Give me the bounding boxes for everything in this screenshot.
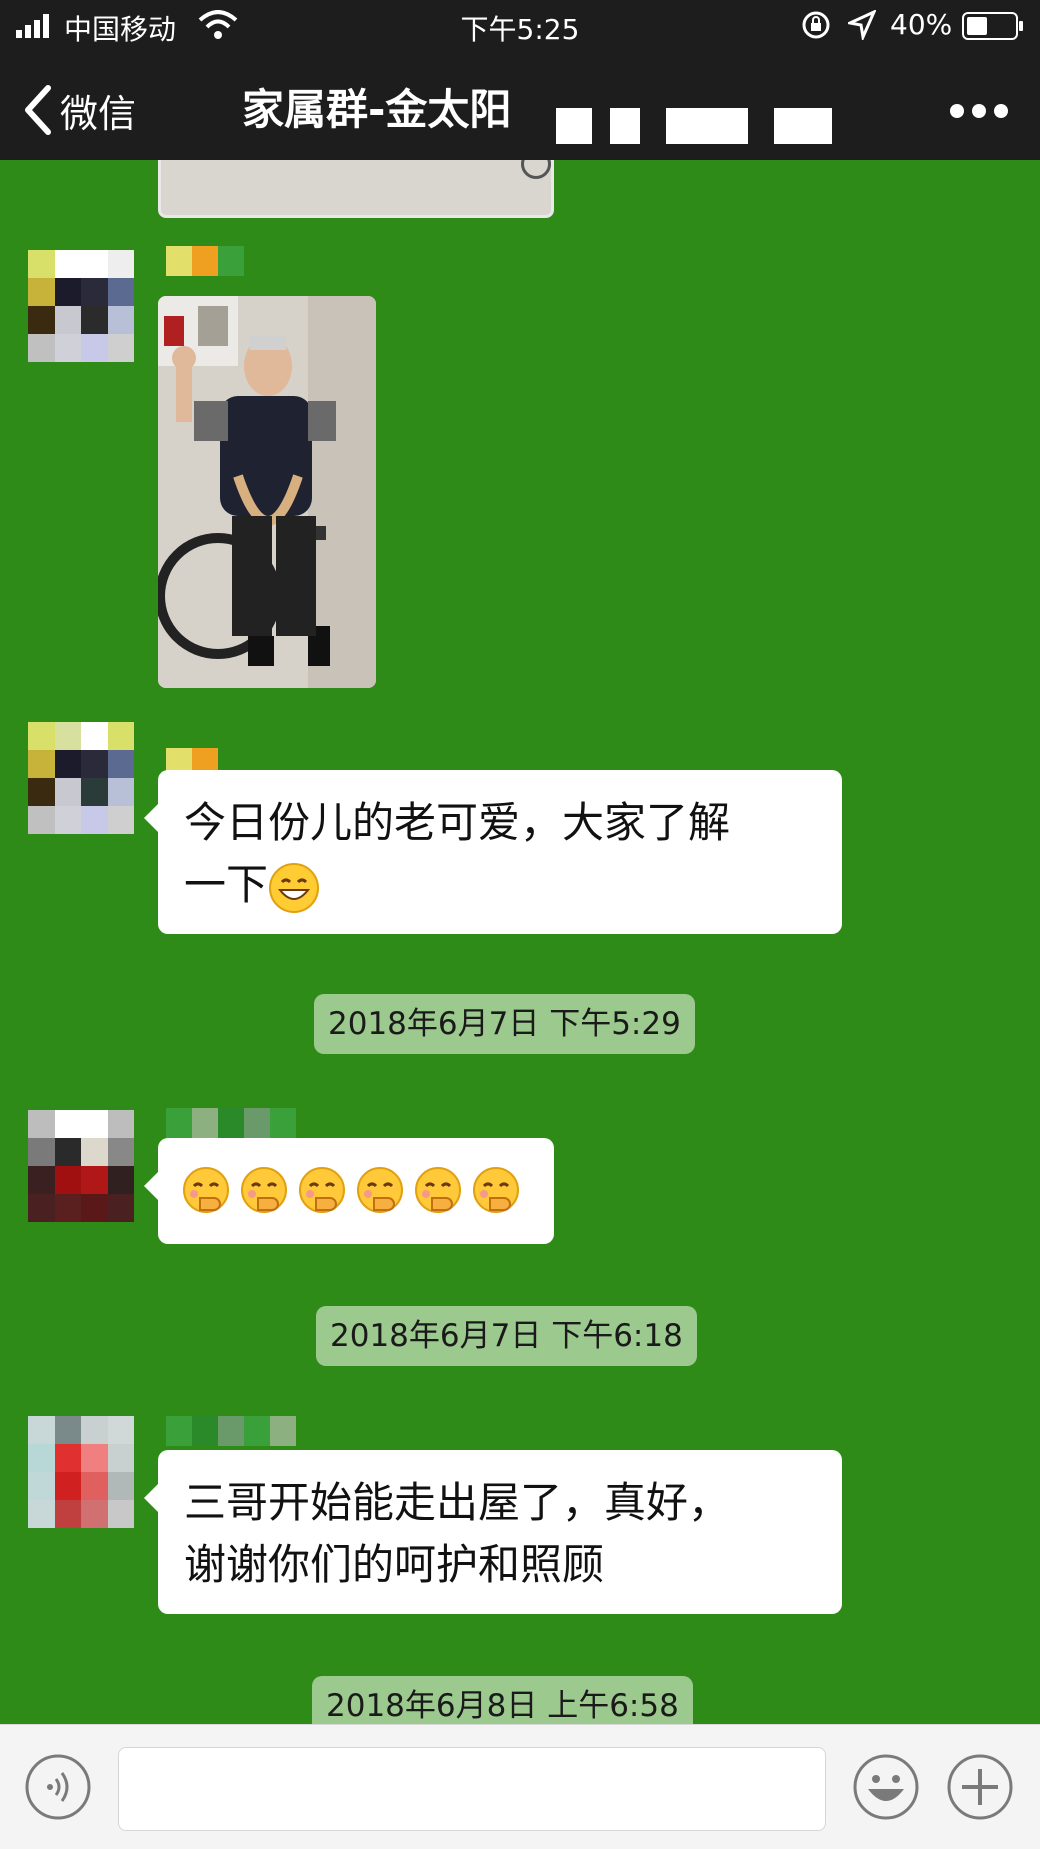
back-button[interactable]: 微信 [22, 80, 136, 140]
avatar[interactable] [28, 1416, 134, 1528]
status-bar: 中国移动 下午5:25 40% [0, 0, 1040, 52]
more-button[interactable] [950, 96, 1010, 124]
timestamp: 2018年6月7日 下午6:18 [316, 1306, 697, 1366]
message-text-line: 三哥开始能走出屋了，真好， [184, 1478, 731, 1527]
face-with-hand-over-mouth-icon [473, 1166, 519, 1213]
face-with-hand-over-mouth-icon [357, 1166, 403, 1213]
previous-image-message[interactable] [158, 160, 554, 218]
sender-name-redacted [166, 246, 244, 282]
message-bubble[interactable] [144, 1138, 554, 1244]
location-arrow-icon [848, 10, 876, 40]
message-text-line: 一下 [184, 854, 816, 916]
message-bubble[interactable]: 今日份儿的老可爱，大家了解 一下 [144, 770, 842, 934]
navigation-bar: 微信 家属群-金太阳 [0, 60, 1040, 160]
chat-area[interactable]: 今日份儿的老可爱，大家了解 一下 2018年6月7日 下午5:29 2018年6… [0, 160, 1040, 1724]
timestamp: 2018年6月8日 上午6:58 [312, 1676, 693, 1724]
emoji-icon[interactable] [852, 1753, 920, 1821]
chevron-left-icon [25, 85, 51, 135]
message-text-line: 谢谢你们的呵护和照顾 [184, 1540, 605, 1589]
message-text-line: 今日份儿的老可爱，大家了解 [184, 798, 731, 847]
top-bar: 中国移动 下午5:25 40% 微信 家属群-金太阳 [0, 0, 1040, 160]
avatar[interactable] [28, 1110, 134, 1222]
sender-name-redacted [166, 1416, 296, 1452]
avatar[interactable] [28, 722, 134, 834]
redaction-block [610, 108, 640, 144]
input-bar [0, 1724, 1040, 1849]
avatar[interactable] [28, 250, 134, 362]
rotation-lock-icon [802, 11, 830, 39]
battery-icon [962, 12, 1023, 40]
plus-icon[interactable] [946, 1753, 1014, 1821]
clock: 下午5:25 [460, 13, 580, 46]
message-input[interactable] [118, 1747, 826, 1831]
redaction-block [774, 108, 832, 144]
back-label: 微信 [60, 91, 137, 136]
chat-title: 家属群-金太阳 [242, 85, 512, 134]
battery-percentage: 40% [890, 8, 953, 41]
face-with-hand-over-mouth-icon [183, 1166, 229, 1213]
voice-icon[interactable] [24, 1753, 92, 1821]
photo-message[interactable] [158, 296, 376, 688]
grinning-face-icon [269, 862, 320, 913]
face-with-hand-over-mouth-icon [241, 1166, 287, 1213]
face-with-hand-over-mouth-icon [415, 1166, 461, 1213]
photo-content [158, 296, 376, 688]
redaction-block [556, 108, 592, 144]
timestamp: 2018年6月7日 下午5:29 [314, 994, 695, 1054]
redaction-block [666, 108, 748, 144]
face-with-hand-over-mouth-icon [299, 1166, 345, 1213]
message-bubble[interactable]: 三哥开始能走出屋了，真好， 谢谢你们的呵护和照顾 [144, 1450, 842, 1614]
